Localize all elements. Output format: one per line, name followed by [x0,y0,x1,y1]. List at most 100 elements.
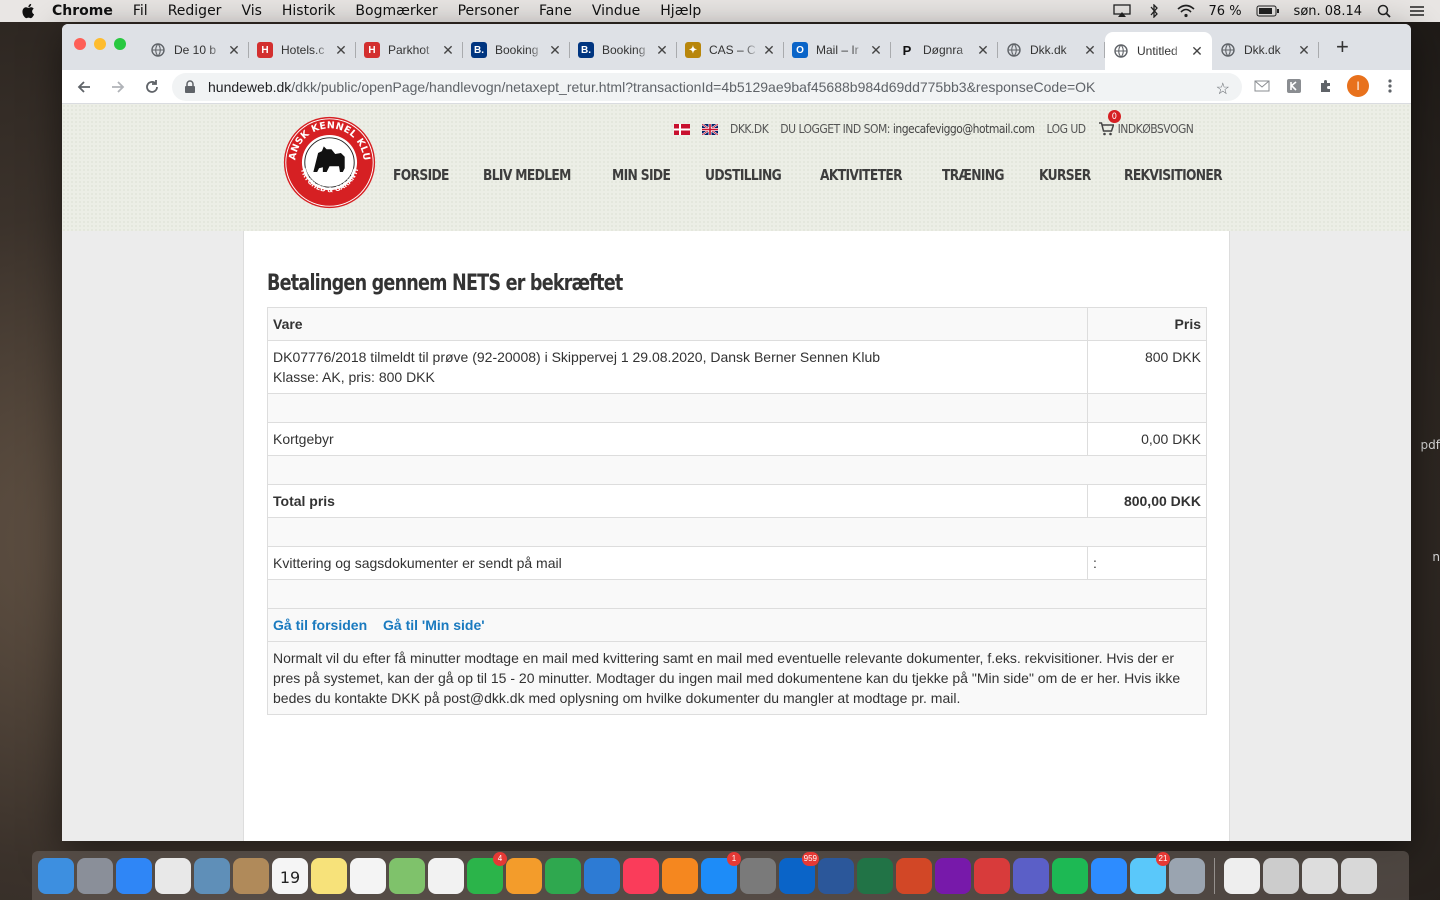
browser-tab[interactable]: B. Booking ✕ [570,34,677,66]
cart-link[interactable]: 0 INDKØBSVOGN [1098,110,1194,136]
desktop-file-label[interactable]: n [1432,550,1440,564]
notes-icon[interactable] [311,857,347,894]
nav-forside[interactable]: FORSIDE [393,166,449,184]
help-icon[interactable] [1263,857,1299,894]
extension-k-icon[interactable] [1283,75,1305,97]
keynote-icon[interactable] [584,857,620,894]
nav-min-side[interactable]: MIN SIDE [612,166,671,184]
nav-bliv-medlem[interactable]: BLIV MEDLEM [483,166,571,184]
browser-tab[interactable]: P Døgnra ✕ [891,34,998,66]
notification-center-icon[interactable] [1408,4,1426,18]
tab-close-icon[interactable]: ✕ [869,42,883,59]
minimize-window-button[interactable] [94,38,106,50]
appstore-icon[interactable]: 1 [701,851,741,894]
browser-tab[interactable]: Dkk.dk ✕ [998,34,1105,66]
tab-close-icon[interactable]: ✕ [976,42,990,59]
finder-icon[interactable] [38,857,74,894]
menu-item-vindue[interactable]: Vindue [592,3,640,19]
menu-item-personer[interactable]: Personer [458,3,519,19]
address-bar[interactable]: hundeweb.dk/dkk/public/openPage/handlevo… [172,73,1242,101]
tab-close-icon[interactable]: ✕ [548,42,562,59]
dkk-site-link[interactable]: DKK.DK [730,122,769,136]
nav-udstilling[interactable]: UDSTILLING [705,166,782,184]
forward-button[interactable] [106,75,130,99]
browser-tab[interactable]: ✦ CAS – C ✕ [677,34,784,66]
outlook-icon[interactable]: 959 [779,851,819,894]
tab-close-icon[interactable]: ✕ [334,42,348,59]
zoom-window-button[interactable] [114,38,126,50]
back-button[interactable] [72,75,96,99]
screenshot-icon[interactable] [1169,857,1205,894]
user-email[interactable]: ingecafeviggo@hotmail.com [893,122,1035,136]
menu-item-vis[interactable]: Vis [241,3,261,19]
reminders-icon[interactable] [350,857,386,894]
maps-icon[interactable] [389,857,425,894]
spotify-icon[interactable] [1052,857,1088,894]
pages-icon[interactable] [506,857,542,894]
chrome-menu-icon[interactable] [1379,75,1401,97]
nav-kurser[interactable]: KURSER [1039,166,1091,184]
browser-tab[interactable]: H Hotels.c ✕ [249,34,356,66]
facetime-icon[interactable]: 4 [467,851,507,894]
browser-tab[interactable]: B. Booking ✕ [463,34,570,66]
battery-icon[interactable] [1256,4,1280,18]
tab-close-icon[interactable]: ✕ [227,42,241,59]
excel-icon[interactable] [857,857,893,894]
nav-aktiviteter[interactable]: AKTIVITETER [820,166,903,184]
spotlight-search-icon[interactable] [1376,4,1394,18]
browser-tab[interactable]: H Parkhot ✕ [356,34,463,66]
tab-close-icon[interactable]: ✕ [655,42,669,59]
browser-tab[interactable]: Untitled ✕ [1105,32,1212,70]
menu-item-fane[interactable]: Fane [539,3,572,19]
browser-tab[interactable]: De 10 b ✕ [142,34,249,66]
menu-item-bogmaerker[interactable]: Bogmærker [355,3,437,19]
nav-rekvisitioner[interactable]: REKVISITIONER [1124,166,1223,184]
desktop-file-label[interactable]: pdf [1421,438,1440,452]
zoom-icon[interactable] [1091,857,1127,894]
preview-icon[interactable] [194,857,230,894]
lock-icon[interactable] [184,80,196,94]
extensions-puzzle-icon[interactable] [1315,75,1337,97]
powerpoint-icon[interactable] [896,857,932,894]
danish-flag-icon[interactable] [674,123,690,135]
tab-close-icon[interactable]: ✕ [441,42,455,59]
new-tab-button[interactable]: + [1336,36,1349,58]
profile-avatar[interactable]: I [1347,75,1369,97]
numbers-icon[interactable] [545,857,581,894]
safari-icon[interactable] [116,857,152,894]
tab-close-icon[interactable]: ✕ [1190,43,1204,60]
menu-item-rediger[interactable]: Rediger [168,3,222,19]
onenote-icon[interactable] [935,857,971,894]
downloads-icon[interactable] [1302,857,1338,894]
airplay-icon[interactable] [1112,4,1131,18]
menu-item-historik[interactable]: Historik [282,3,336,19]
nav-traening[interactable]: TRÆNING [942,166,1005,184]
tab-close-icon[interactable]: ✕ [1083,42,1097,59]
tab-close-icon[interactable]: ✕ [1297,42,1311,59]
wifi-icon[interactable] [1176,4,1195,18]
bookmark-star-icon[interactable]: ☆ [1216,79,1230,99]
system-preferences-icon[interactable] [740,857,776,894]
battery-percent[interactable]: 76 % [1209,4,1242,19]
teams-icon[interactable] [1013,857,1049,894]
books-icon[interactable] [662,857,698,894]
photos-icon[interactable] [428,857,464,894]
trash-icon[interactable] [1341,857,1377,894]
word-icon[interactable] [818,857,854,894]
menu-item-hjaelp[interactable]: Hjælp [660,3,701,19]
menu-item-fil[interactable]: Fil [133,3,148,19]
browser-tab[interactable]: O Mail – Ir ✕ [784,34,891,66]
dkk-logo[interactable]: DANSK KENNEL KLUB TRYGHED & GARANTI [282,115,377,210]
tab-close-icon[interactable]: ✕ [762,42,776,59]
chrome-icon[interactable] [155,857,191,894]
extension-mail-icon[interactable] [1251,75,1273,97]
document-icon[interactable] [1224,857,1260,894]
apple-icon[interactable] [20,2,38,20]
remote-desktop-icon[interactable] [974,857,1010,894]
english-flag-icon[interactable] [702,123,718,135]
contacts-icon[interactable] [233,857,269,894]
messages-icon[interactable]: 21 [1130,851,1170,894]
go-to-home-link[interactable]: Gå til forsiden [273,617,367,633]
music-icon[interactable] [623,857,659,894]
calendar-icon[interactable]: 19 [272,857,308,894]
